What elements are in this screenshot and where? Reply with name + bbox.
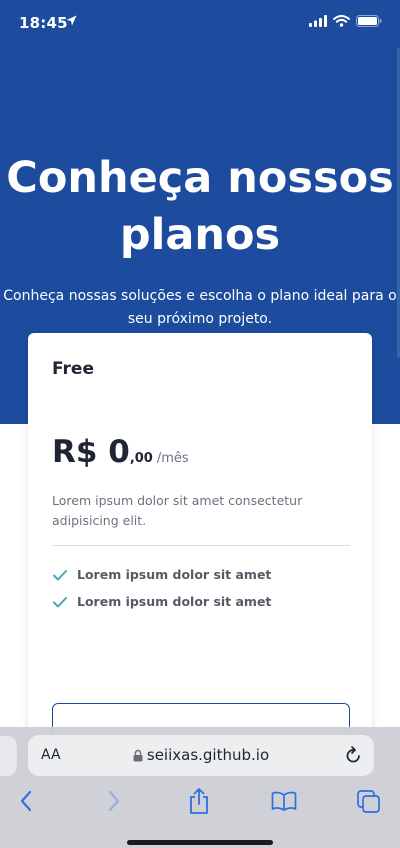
- battery-icon: [356, 15, 382, 27]
- status-bar: 18:45: [0, 0, 400, 44]
- check-icon: [53, 569, 67, 580]
- url-display[interactable]: seiixas.github.io: [28, 746, 374, 764]
- status-time: 18:45: [19, 14, 68, 32]
- lock-icon: [133, 749, 143, 762]
- check-icon: [53, 596, 67, 607]
- reload-icon[interactable]: [345, 746, 362, 764]
- address-bar[interactable]: AA seiixas.github.io: [28, 735, 374, 776]
- price-cents: ,00: [129, 451, 153, 466]
- price-amount: R$ 0: [52, 434, 130, 470]
- price-period: /mês: [156, 451, 189, 466]
- divider: [52, 545, 350, 546]
- page-subtitle: Conheça nossas soluções e escolha o plan…: [3, 288, 397, 327]
- feature-text: Lorem ipsum dolor sit amet: [77, 567, 272, 582]
- location-arrow-icon: [66, 15, 77, 26]
- home-indicator: [127, 840, 273, 845]
- feature-text: Lorem ipsum dolor sit amet: [77, 594, 272, 609]
- plan-name: Free: [52, 359, 94, 379]
- wifi-icon: [333, 15, 350, 27]
- feature-item: Lorem ipsum dolor sit amet: [52, 588, 271, 615]
- back-icon[interactable]: [19, 790, 33, 812]
- plan-price: R$ 0,00/mês: [52, 434, 189, 470]
- plan-card: Free R$ 0,00/mês Lorem ipsum dolor sit a…: [28, 333, 372, 763]
- feature-list: Lorem ipsum dolor sit amet Lorem ipsum d…: [52, 561, 271, 615]
- plan-description: Lorem ipsum dolor sit amet consectetur a…: [52, 493, 303, 528]
- bookmarks-icon[interactable]: [271, 790, 297, 812]
- tabs-icon[interactable]: [357, 790, 381, 814]
- page-title: Conheça nossos planos: [6, 153, 394, 260]
- safari-toolbar: AA seiixas.github.io: [0, 727, 400, 848]
- share-icon[interactable]: [188, 787, 210, 815]
- url-text: seiixas.github.io: [146, 746, 270, 764]
- previous-tab-preview[interactable]: [0, 736, 17, 776]
- status-indicators: [309, 15, 382, 27]
- forward-icon[interactable]: [107, 790, 121, 812]
- feature-item: Lorem ipsum dolor sit amet: [52, 561, 271, 588]
- signal-icon: [309, 15, 327, 27]
